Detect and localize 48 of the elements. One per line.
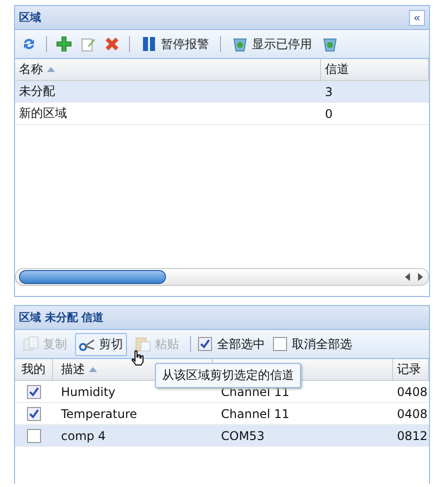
table-cell-text: 0812 bbox=[396, 428, 429, 444]
column-header[interactable]: 记录 bbox=[393, 359, 429, 380]
hand-cursor-icon bbox=[131, 350, 145, 366]
pause-icon bbox=[141, 36, 157, 52]
toolbar-button[interactable]: 剪切 bbox=[75, 332, 127, 356]
table-cell-text: 0 bbox=[324, 106, 334, 122]
checkbox[interactable] bbox=[198, 337, 212, 351]
refresh-icon bbox=[21, 36, 37, 52]
checkbox-label[interactable]: 取消全部选 bbox=[292, 336, 352, 352]
panel-title: 区域 未分配 信道 bbox=[19, 310, 104, 325]
checkbox-label[interactable]: 全部选中 bbox=[217, 336, 265, 352]
toolbar-button[interactable] bbox=[54, 34, 74, 54]
table-cell-text: Channel 11 bbox=[220, 406, 290, 422]
clipboard-icon bbox=[135, 336, 151, 352]
checkbox[interactable] bbox=[27, 428, 41, 442]
table-cell-text: COM53 bbox=[220, 428, 266, 444]
bin-icon bbox=[232, 36, 248, 52]
checkbox[interactable] bbox=[27, 384, 41, 398]
panel-title: 区域 bbox=[19, 10, 41, 25]
checkbox[interactable] bbox=[27, 406, 41, 420]
column-header[interactable]: 信道 bbox=[321, 59, 429, 80]
table-cell-text: comp 4 bbox=[60, 428, 107, 444]
bin-icon bbox=[322, 36, 338, 52]
toolbar-button[interactable]: 暂停报警 bbox=[137, 32, 213, 56]
column-header[interactable]: 我的 bbox=[15, 359, 53, 380]
horizontal-scrollbar[interactable] bbox=[15, 268, 429, 286]
table-cell-text: 新的区域 bbox=[18, 105, 68, 122]
table-row[interactable]: comp 4 COM53 0812 bbox=[15, 425, 429, 447]
checkbox[interactable] bbox=[273, 337, 287, 351]
collapse-button[interactable]: « bbox=[409, 10, 425, 26]
table-cell-text: 未分配 bbox=[18, 83, 56, 100]
toolbar-button[interactable]: 显示已停用 bbox=[228, 32, 316, 56]
column-header[interactable]: 名称 bbox=[15, 59, 321, 80]
table-cell-text: 3 bbox=[324, 84, 334, 100]
table-cell-text: 0408 bbox=[396, 406, 429, 422]
table-row[interactable]: 新的区域 0 bbox=[15, 103, 429, 125]
tooltip: 从该区域剪切选定的信道 bbox=[155, 363, 301, 388]
scroll-arrows-icon[interactable] bbox=[404, 273, 424, 281]
sort-arrow-icon bbox=[47, 67, 55, 72]
edit-icon bbox=[80, 36, 96, 52]
table-cell-text: Temperature bbox=[60, 406, 138, 422]
copy-icon bbox=[23, 336, 39, 352]
cross-icon bbox=[104, 36, 120, 52]
table-cell-text: 0408 bbox=[396, 384, 429, 400]
plus-icon bbox=[56, 36, 72, 52]
table-row[interactable]: 未分配 3 bbox=[15, 81, 429, 103]
sort-arrow-icon bbox=[89, 367, 97, 372]
table-cell-text: Humidity bbox=[60, 384, 116, 400]
